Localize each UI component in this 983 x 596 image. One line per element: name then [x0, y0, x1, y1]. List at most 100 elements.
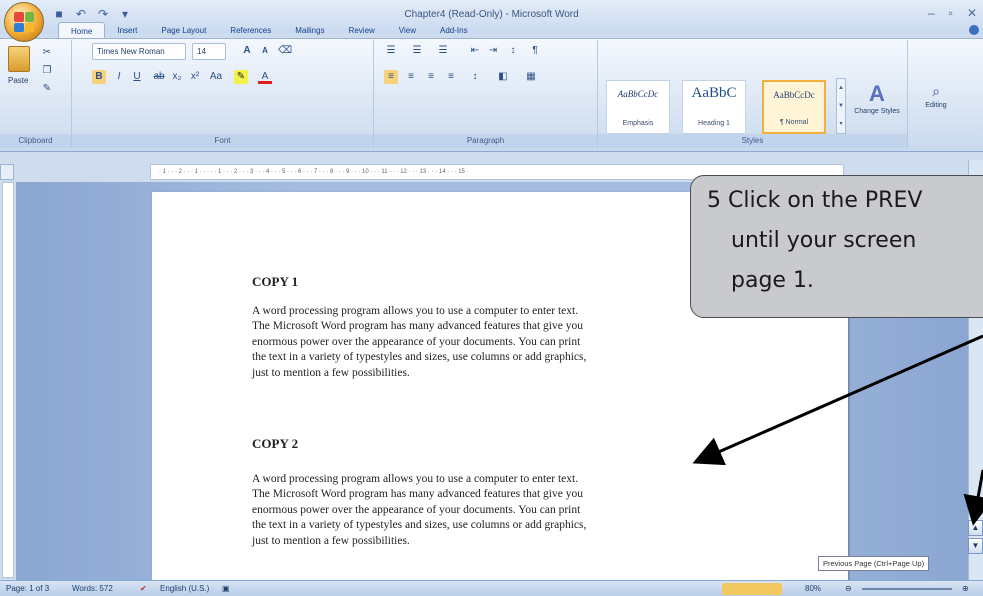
font-group: Times New Roman 14 A A ⌫ B I U ab x₂ x² …: [72, 40, 374, 148]
paste-label: Paste: [8, 76, 29, 85]
proofing-icon[interactable]: ✔: [140, 583, 147, 595]
section-paragraph: A word processing program allows you to …: [252, 304, 722, 381]
page-count[interactable]: Page: 1 of 3: [6, 583, 49, 595]
bullets-icon[interactable]: ☰: [384, 44, 398, 58]
superscript-icon[interactable]: x²: [188, 70, 202, 84]
clipboard-group: Paste ✂ ❐ ✎ Clipboard: [0, 40, 72, 148]
style-sample: AaBbCcDc: [773, 90, 815, 100]
text-line: The Microsoft Word program has many adva…: [252, 488, 583, 501]
tab-review[interactable]: Review: [337, 22, 387, 39]
change-case-button[interactable]: Aa: [206, 70, 226, 84]
grow-font-icon[interactable]: A: [240, 44, 254, 58]
editing-button[interactable]: ⌕ Editing: [914, 80, 958, 134]
section-heading: COPY 1: [252, 274, 299, 289]
text-line: enormous power over the appearance of yo…: [252, 503, 581, 516]
shading-icon[interactable]: ◧: [496, 70, 510, 84]
window-title: Chapter4 (Read-Only) - Microsoft Word: [404, 9, 579, 20]
shrink-font-icon[interactable]: A: [258, 44, 272, 58]
tab-selector[interactable]: [0, 164, 14, 180]
align-right-icon[interactable]: ≡: [424, 70, 438, 84]
style-sample: AaBbCcDc: [617, 89, 659, 99]
strikethrough-icon[interactable]: ab: [152, 70, 166, 84]
styles-scroll[interactable]: ▲ ▼ ▾: [836, 78, 846, 134]
change-styles-icon: A: [869, 81, 885, 106]
previous-page-tooltip: Previous Page (Ctrl+Page Up): [818, 556, 930, 571]
paragraph-group: ☰ ☰ ☰ ⇤ ⇥ ↕ ¶ ≡ ≡ ≡ ≡ ↕ ◧ ▦ Paragraph: [374, 40, 598, 148]
show-formatting-icon[interactable]: ¶: [528, 44, 542, 58]
format-painter-icon[interactable]: ✎: [40, 82, 54, 96]
style-heading-1[interactable]: AaBbC Heading 1: [682, 80, 746, 134]
copy-icon[interactable]: ❐: [40, 64, 54, 78]
tab-add-ins[interactable]: Add-Ins: [428, 22, 480, 39]
section-paragraph: A word processing program allows you to …: [252, 472, 722, 549]
justify-icon[interactable]: ≡: [444, 70, 458, 84]
help-icon[interactable]: [969, 25, 979, 35]
style-normal[interactable]: AaBbCcDc ¶ Normal: [762, 80, 826, 134]
change-styles-label: Change Styles: [854, 108, 900, 115]
underline-icon[interactable]: U: [130, 70, 144, 84]
text-line: just to mention a few possibilities.: [252, 534, 410, 547]
zoom-level[interactable]: 80%: [805, 583, 821, 595]
subscript-icon[interactable]: x₂: [170, 70, 184, 84]
office-button[interactable]: [4, 2, 44, 42]
align-left-icon[interactable]: ≡: [384, 70, 398, 84]
language[interactable]: English (U.S.): [160, 583, 209, 595]
style-sample: AaBbC: [691, 85, 737, 101]
ribbon-tabs: Home Insert Page Layout References Maili…: [58, 22, 480, 39]
font-color-icon[interactable]: A: [258, 70, 272, 84]
italic-icon[interactable]: I: [112, 70, 126, 84]
clear-formatting-icon[interactable]: ⌫: [278, 44, 292, 58]
align-center-icon[interactable]: ≡: [404, 70, 418, 84]
styles-group-label: Styles: [598, 134, 907, 148]
vertical-ruler[interactable]: [2, 182, 14, 578]
text-line: A word processing program allows you to …: [252, 473, 579, 485]
style-emphasis[interactable]: AaBbCcDc Emphasis: [606, 80, 670, 134]
zoom-in-icon[interactable]: ⊕: [962, 583, 969, 595]
text-line: enormous power over the appearance of yo…: [252, 335, 581, 348]
numbering-icon[interactable]: ☰: [410, 44, 424, 58]
line-spacing-icon[interactable]: ↕: [468, 70, 482, 84]
clipboard-icon: [8, 46, 30, 72]
style-name: Emphasis: [622, 120, 654, 127]
highlight-icon[interactable]: ✎: [234, 70, 248, 84]
macro-icon[interactable]: ▣: [222, 583, 230, 595]
word-count[interactable]: Words: 572: [72, 583, 113, 595]
font-size-dropdown[interactable]: 14: [192, 43, 226, 60]
close-button[interactable]: ✕: [967, 6, 977, 20]
status-bar: Page: 1 of 3 Words: 572 ✔ English (U.S.)…: [0, 580, 983, 596]
editing-label: Editing: [925, 102, 947, 109]
zoom-slider[interactable]: [862, 588, 952, 590]
tab-references[interactable]: References: [218, 22, 283, 39]
decrease-indent-icon[interactable]: ⇤: [468, 44, 482, 58]
tab-view[interactable]: View: [387, 22, 428, 39]
font-name-dropdown[interactable]: Times New Roman: [92, 43, 186, 60]
tab-page-layout[interactable]: Page Layout: [149, 22, 218, 39]
clipboard-group-label: Clipboard: [0, 134, 71, 148]
section-heading: COPY 2: [252, 436, 299, 451]
callout-line: until your screen: [731, 228, 917, 253]
view-buttons[interactable]: [722, 583, 782, 595]
text-line: the text in a variety of typestyles and …: [252, 351, 587, 364]
paragraph-group-label: Paragraph: [374, 134, 597, 148]
paste-button[interactable]: Paste: [8, 46, 34, 88]
cut-icon[interactable]: ✂: [40, 46, 54, 60]
increase-indent-icon[interactable]: ⇥: [486, 44, 500, 58]
instruction-callout: 5 Click on the PREV until your screen pa…: [690, 175, 983, 318]
change-styles-button[interactable]: A Change Styles: [852, 80, 902, 134]
borders-icon[interactable]: ▦: [524, 70, 538, 84]
tab-insert[interactable]: Insert: [105, 22, 149, 39]
multilevel-list-icon[interactable]: ☰: [436, 44, 450, 58]
previous-page-button[interactable]: ▲: [968, 520, 983, 536]
maximize-button[interactable]: ▫: [949, 6, 953, 20]
bold-icon[interactable]: B: [92, 70, 106, 84]
tab-home[interactable]: Home: [58, 22, 106, 39]
text-line: the text in a variety of typestyles and …: [252, 519, 587, 532]
sort-icon[interactable]: ↕: [506, 44, 520, 58]
minimize-button[interactable]: –: [928, 6, 935, 20]
zoom-out-icon[interactable]: ⊖: [845, 583, 852, 595]
tab-mailings[interactable]: Mailings: [283, 22, 336, 39]
text-line: just to mention a few possibilities.: [252, 366, 410, 379]
style-name: Heading 1: [698, 120, 730, 127]
binoculars-icon: ⌕: [932, 83, 940, 99]
next-page-button[interactable]: ▼: [968, 538, 983, 554]
